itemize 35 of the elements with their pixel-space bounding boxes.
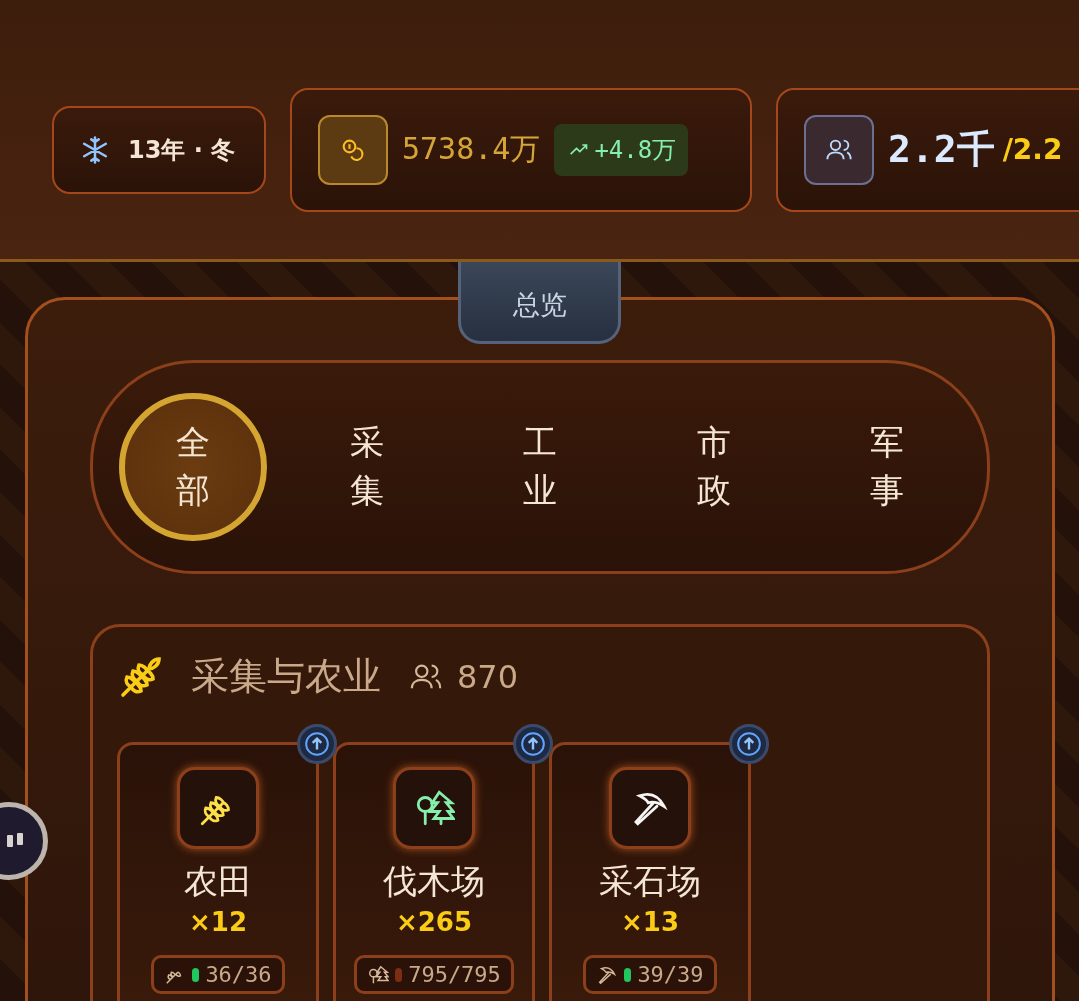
building-count: ×265 <box>395 907 473 937</box>
coins-icon <box>318 114 388 185</box>
population-amount: 2.2千 <box>888 126 995 173</box>
category-tab[interactable]: 全部 <box>119 393 267 541</box>
category-tab[interactable]: 市政 <box>639 393 788 541</box>
money-amount: 5738.4万 <box>402 130 541 168</box>
income-text: +4.8万 <box>594 134 677 166</box>
upgrade-button[interactable] <box>513 724 553 764</box>
overview-tab[interactable]: 总览 <box>458 262 621 344</box>
building-count: ×13 <box>621 907 679 937</box>
building-name: 采石场 <box>599 860 701 903</box>
section-title: 采集与农业 <box>191 653 381 700</box>
building-card[interactable]: 农田 ×12 36/36 <box>117 742 319 1001</box>
arrow-up-icon <box>736 731 762 757</box>
people-icon <box>804 114 874 185</box>
category-tab[interactable]: 工业 <box>466 393 614 541</box>
arrow-up-icon <box>304 731 330 757</box>
stock-text: 39/39 <box>637 962 704 987</box>
upgrade-button[interactable] <box>729 724 769 764</box>
building-card[interactable]: 伐木场 ×265 795/795 <box>333 742 535 1001</box>
date-text: 13年 · 冬 <box>128 134 236 166</box>
category-tab[interactable]: 军事 <box>813 393 961 541</box>
worker-count: 870 <box>457 657 519 696</box>
category-tab[interactable]: 采集 <box>292 393 441 541</box>
resource-icon <box>367 963 390 986</box>
stock-text: 795/795 <box>408 962 501 987</box>
upgrade-button[interactable] <box>297 724 337 764</box>
building-name: 伐木场 <box>383 860 485 903</box>
arrow-up-icon <box>520 731 546 757</box>
building-card[interactable]: 采石场 ×13 39/39 <box>549 742 751 1001</box>
building-count: ×12 <box>189 907 247 937</box>
stock-text: 36/36 <box>205 962 272 987</box>
snowflake-icon <box>80 134 110 165</box>
building-name: 农田 <box>184 860 252 903</box>
population-capacity: /2.2 <box>1002 133 1063 166</box>
